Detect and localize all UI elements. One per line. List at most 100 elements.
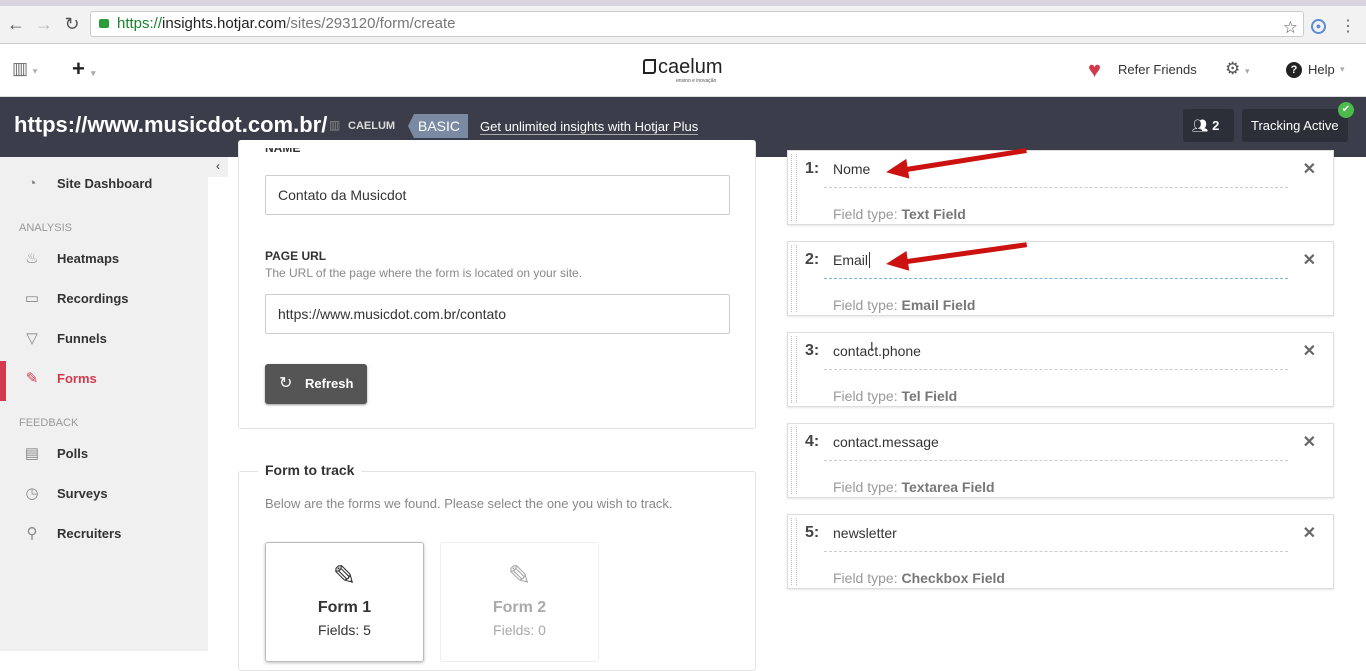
collapse-sidebar-button[interactable]: ‹ xyxy=(208,157,228,177)
browser-menu-icon[interactable]: ⋮ xyxy=(1340,16,1356,36)
users-count: 2 xyxy=(1212,118,1220,133)
heart-icon: ♥ xyxy=(1088,57,1102,82)
edit-icon: ✎ xyxy=(507,560,532,591)
field-item[interactable]: 5: newsletter Field type: Checkbox Field… xyxy=(787,514,1334,589)
sidebar-label: Site Dashboard xyxy=(57,176,153,191)
section-feedback: FEEDBACK xyxy=(19,417,79,429)
page-url-label: PAGE URL xyxy=(265,249,327,263)
field-name-input[interactable]: contact.message xyxy=(833,434,939,450)
form-fields-count: Fields: 5 xyxy=(318,622,371,638)
form-title: Form 2 xyxy=(492,599,547,616)
field-type: Email Field xyxy=(901,297,976,313)
team-members-button[interactable]: 👥︎ 2 xyxy=(1183,109,1234,142)
upgrade-link[interactable]: Get unlimited insights with Hotjar Plus xyxy=(480,119,699,135)
sidebar-label: Forms xyxy=(57,371,97,386)
field-type-label: Field type: xyxy=(833,479,898,495)
sidebar-item-polls[interactable]: ▤ Polls xyxy=(0,436,208,472)
video-camera-icon: ▭ xyxy=(24,290,40,307)
sidebar-item-surveys[interactable]: ◷ Surveys xyxy=(0,476,208,512)
logo-tagline: ensino e inovação xyxy=(676,78,717,84)
dashboard-icon: ◔ xyxy=(27,175,37,192)
tracking-label: Tracking Active xyxy=(1251,118,1339,133)
sidebar-item-forms[interactable]: ✎ Forms xyxy=(0,361,208,401)
section-analysis: ANALYSIS xyxy=(19,222,72,234)
remove-field-icon[interactable]: ✕ xyxy=(1303,432,1316,452)
field-number: 1: xyxy=(805,160,820,177)
add-icon[interactable]: + ▾ xyxy=(72,56,96,82)
tracking-status-button[interactable]: Tracking Active xyxy=(1242,109,1348,142)
flame-icon: ♨ xyxy=(25,250,39,267)
bookmark-star-icon[interactable]: ☆ xyxy=(1283,18,1298,38)
field-type-label: Field type: xyxy=(833,570,898,586)
sidebar-label: Surveys xyxy=(57,486,108,501)
help-menu[interactable]: Help xyxy=(1308,62,1335,77)
forward-icon[interactable]: → xyxy=(34,14,54,35)
refresh-button[interactable]: ↻ Refresh xyxy=(265,364,367,404)
building-icon: ▥ xyxy=(329,118,341,132)
form-title: Form 1 xyxy=(317,599,372,616)
field-item[interactable]: 2: Email Field type: Email Field ✕ xyxy=(787,241,1334,316)
name-label: NAME xyxy=(265,148,301,155)
refresh-icon: ↻ xyxy=(279,375,293,392)
sidebar-label: Polls xyxy=(57,446,89,461)
form-to-track-title: Form to track xyxy=(258,462,362,478)
sidebar-item-recruiters[interactable]: ⚲ Recruiters xyxy=(0,516,208,552)
form-option-2[interactable]: ✎ Form 2 Fields: 0 xyxy=(440,542,599,662)
sidebar: ◔ Site Dashboard ANALYSIS ♨ Heatmaps ▭ Reco… xyxy=(0,157,208,651)
field-type-label: Field type: xyxy=(833,297,898,313)
field-name-input[interactable]: newsletter xyxy=(833,525,897,541)
remove-field-icon[interactable]: ✕ xyxy=(1303,250,1316,270)
field-item[interactable]: 1: Nome Field type: Text Field ✕ xyxy=(787,150,1334,225)
extension-icon[interactable]: ● xyxy=(1311,19,1326,34)
address-bar[interactable]: https://insights.hotjar.com/sites/293120… xyxy=(90,11,1304,37)
sidebar-label: Recordings xyxy=(57,291,129,306)
field-type: Tel Field xyxy=(901,388,958,404)
help-icon: ? xyxy=(1286,62,1302,78)
caelum-logo: caelum ensino e inovação xyxy=(643,56,722,84)
users-icon: 👥︎ xyxy=(1192,118,1209,133)
browser-toolbar: ← → ↻ https://insights.hotjar.com/sites/… xyxy=(0,6,1366,44)
field-name-input[interactable]: contact.phone xyxy=(833,343,921,359)
pie-chart-icon: ◷ xyxy=(25,485,39,502)
field-name-input[interactable]: Email xyxy=(833,252,871,268)
text-cursor-icon: I xyxy=(870,339,874,354)
edit-icon: ✎ xyxy=(25,370,39,387)
sites-icon[interactable]: ▥ ▾ xyxy=(12,59,37,79)
sidebar-item-heatmaps[interactable]: ♨ Heatmaps xyxy=(0,241,208,277)
gear-icon[interactable]: ⚙ ▾ xyxy=(1225,59,1250,79)
page-url-help: The URL of the page where the form is lo… xyxy=(265,266,583,280)
field-type: Checkbox Field xyxy=(901,570,1005,586)
refer-friends-link[interactable]: Refer Friends xyxy=(1118,62,1197,77)
sidebar-label: Funnels xyxy=(57,331,107,346)
sidebar-item-dashboard[interactable]: ◔ Site Dashboard xyxy=(0,166,208,202)
remove-field-icon[interactable]: ✕ xyxy=(1303,159,1316,179)
remove-field-icon[interactable]: ✕ xyxy=(1303,523,1316,543)
back-icon[interactable]: ← xyxy=(6,14,26,35)
bar-chart-icon: ▤ xyxy=(24,445,40,462)
url-path: /sites/293120/form/create xyxy=(286,15,456,32)
field-name-input[interactable]: Nome xyxy=(833,161,870,177)
url-host: insights.hotjar.com xyxy=(162,15,287,32)
edit-icon: ✎ xyxy=(332,560,357,591)
plan-badge: BASIC xyxy=(408,114,469,138)
sidebar-label: Recruiters xyxy=(57,526,122,541)
app-header: ▥ ▾ + ▾ caelum ensino e inovação ♥ Refer … xyxy=(0,44,1366,97)
sidebar-item-recordings[interactable]: ▭ Recordings xyxy=(0,281,208,317)
field-type-label: Field type: xyxy=(833,206,898,222)
refresh-label: Refresh xyxy=(305,376,354,391)
field-item[interactable]: 4: contact.message Field type: Textarea … xyxy=(787,423,1334,498)
form-name-input[interactable]: Contato da Musicdot xyxy=(265,175,730,215)
url-scheme: https:// xyxy=(117,15,163,32)
funnel-icon: ▽ xyxy=(26,330,38,347)
field-number: 5: xyxy=(805,524,820,541)
form-fields-count: Fields: 0 xyxy=(493,622,546,638)
check-icon: ✔ xyxy=(1338,102,1354,118)
field-number: 3: xyxy=(805,342,820,359)
organization-name: CAELUM xyxy=(348,120,396,132)
reload-icon[interactable]: ↻ xyxy=(62,14,82,35)
sidebar-item-funnels[interactable]: ▽ Funnels xyxy=(0,321,208,357)
remove-field-icon[interactable]: ✕ xyxy=(1303,341,1316,361)
field-number: 4: xyxy=(805,433,820,450)
page-url-input[interactable]: https://www.musicdot.com.br/contato xyxy=(265,294,730,334)
form-option-1[interactable]: ✎ Form 1 Fields: 5 xyxy=(265,542,424,662)
